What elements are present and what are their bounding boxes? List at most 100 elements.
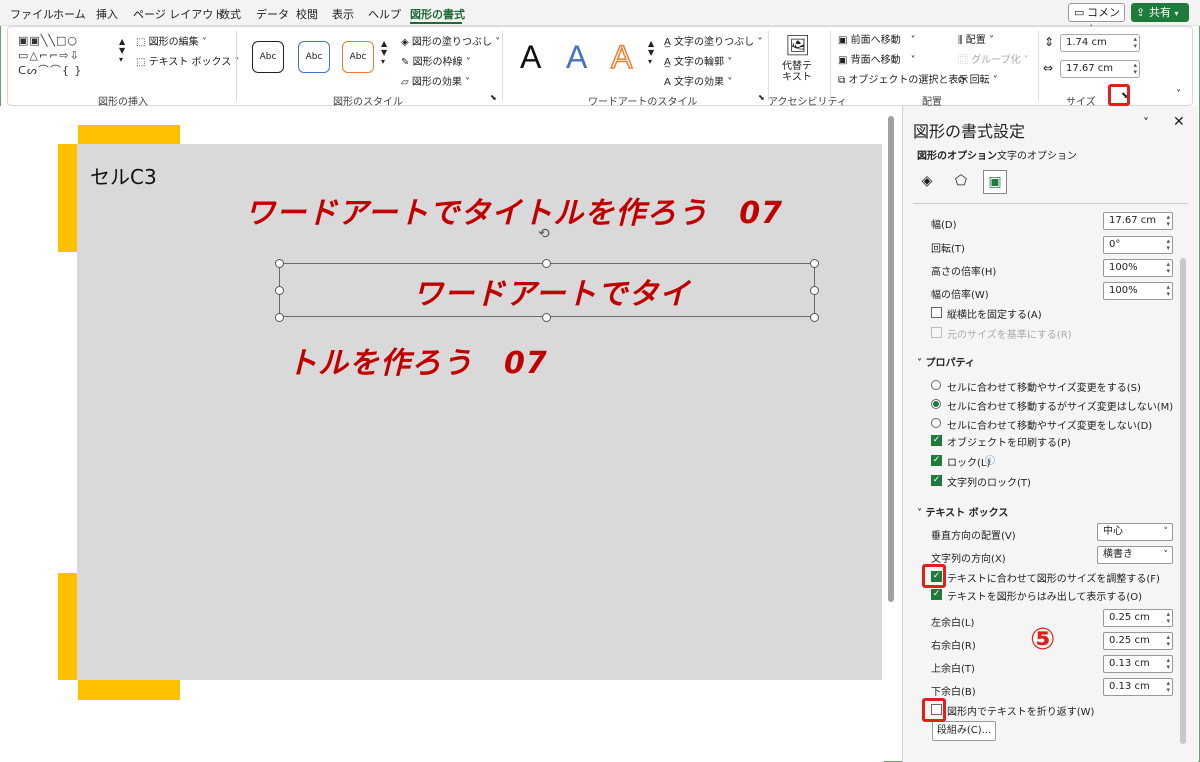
style-preset-1[interactable]: Abc [252, 41, 284, 73]
send-backward-button[interactable]: ▣ 背面へ移動 ˅ [838, 51, 916, 66]
lock-aspect-checkbox[interactable] [931, 307, 942, 318]
rotate-handle-icon[interactable]: ⟲ [538, 226, 550, 242]
resize-handle[interactable] [275, 259, 284, 268]
resize-handle[interactable] [542, 313, 551, 322]
gallery-scroll[interactable]: ▲ ▼ ▾ [119, 37, 125, 64]
pane-options-icon[interactable]: ˅ [1143, 116, 1149, 130]
info-icon[interactable]: ⓘ [985, 452, 995, 467]
scale-width-input[interactable]: 100% ▴ ▾ [1103, 282, 1173, 300]
text-box-button[interactable]: ⬚ テキスト ボックス ˅ [136, 53, 239, 68]
menu-formulas[interactable]: 数式 [219, 6, 241, 22]
width-input[interactable]: 17.67 cm ▴ ▾ [1103, 212, 1173, 230]
resize-handle[interactable] [810, 259, 819, 268]
cell-label: セルC3 [90, 165, 157, 189]
group-button[interactable]: ⿴ グループ化 ˅ [958, 51, 1029, 66]
lock-aspect-label: 縦横比を固定する(A) [947, 310, 1042, 321]
menu-review[interactable]: 校閲 [296, 6, 318, 22]
top-margin-input[interactable]: 0.13 cm ▴ ▾ [1103, 655, 1173, 673]
properties-header[interactable]: ˅ プロパティ [917, 354, 975, 369]
collapse-ribbon-icon[interactable]: ˅ [1176, 89, 1181, 100]
pane-scrollbar[interactable] [1180, 258, 1186, 744]
radio-no-move[interactable] [931, 418, 941, 428]
left-margin-label: 左余白(L) [931, 618, 975, 629]
style-preset-2[interactable]: Abc [298, 41, 330, 73]
share-button[interactable]: ⇪ 共有 ▾ [1131, 3, 1189, 22]
sheet-scrollbar[interactable] [888, 116, 894, 602]
menu-file[interactable]: ファイル [10, 6, 54, 22]
wordart-title-full[interactable]: ワードアートでタイトルを作ろう 07 [245, 188, 783, 232]
wordart-preset-1[interactable]: A [520, 37, 541, 77]
shape-fill-button[interactable]: ◈ 図形の塗りつぶし ˅ [401, 33, 500, 48]
resize-handle[interactable] [275, 313, 284, 322]
columns-button[interactable]: 段組み(C)... [932, 721, 996, 741]
scale-height-input[interactable]: 100% ▴ ▾ [1103, 259, 1173, 277]
alt-text-icon: 🖼 [785, 33, 811, 57]
radio-move-size[interactable] [931, 380, 941, 390]
shape-effects-button[interactable]: ▱ 図形の効果 ˅ [401, 73, 470, 88]
menu-insert[interactable]: 挿入 [96, 6, 118, 22]
selection-pane-button[interactable]: ⧉ オブジェクトの選択と表示 [838, 71, 968, 86]
textbox-header[interactable]: ˅ テキスト ボックス [917, 504, 1008, 519]
text-direction-dropdown[interactable]: 横書き ˅ [1097, 546, 1173, 564]
tab-shape-options[interactable]: 図形のオプション [917, 147, 997, 162]
wrap-text-label: 図形内でテキストを折り返す(W) [947, 707, 1095, 718]
wordart-launcher[interactable]: ⬊ [758, 93, 765, 102]
menu-shape-format[interactable]: 図形の書式 [410, 6, 465, 22]
shape-gallery[interactable]: ▣▣╲╲□○ ▭△⌐⌐⇨⇩ ᑕᔕ⌒⌒{ } [18, 33, 120, 85]
comment-icon: ▭ [1074, 6, 1085, 19]
shape-styles-launcher[interactable]: ⬊ [490, 93, 497, 102]
edit-shape-button[interactable]: ⬚ 図形の編集 ˅ [136, 33, 207, 48]
tab-text-options[interactable]: 文字のオプション [997, 147, 1077, 162]
menu-page-layout[interactable]: ページ レイアウト [133, 6, 224, 22]
menu-data[interactable]: データ [256, 6, 289, 22]
orange-left-bar-top [58, 144, 78, 252]
style-preset-3[interactable]: Abc [342, 41, 374, 73]
resize-handle[interactable] [810, 313, 819, 322]
shape-outline-button[interactable]: ✎ 図形の枠線 ˅ [401, 53, 471, 68]
orange-bottom-tab [78, 680, 180, 700]
effects-icon[interactable]: ⬠ [949, 170, 973, 194]
wordart-title-part2: トルを作ろう 07 [287, 346, 548, 381]
left-margin-input[interactable]: 0.25 cm ▴ ▾ [1103, 609, 1173, 627]
resize-handle[interactable] [275, 286, 284, 295]
right-margin-label: 右余白(R) [931, 641, 976, 652]
overflow-label: テキストを図形からはみ出して表示する(O) [947, 592, 1143, 603]
lock-text-checkbox[interactable]: ✓ [931, 475, 942, 486]
alt-text-button[interactable]: 代替テキスト [781, 61, 813, 83]
overflow-checkbox[interactable]: ✓ [931, 589, 942, 600]
text-fill-button[interactable]: A̲ 文字の塗りつぶし ˅ [664, 33, 762, 48]
bottom-margin-input[interactable]: 0.13 cm ▴ ▾ [1103, 678, 1173, 696]
radio-no-move-label: セルに合わせて移動やサイズ変更をしない(D) [947, 421, 1153, 432]
right-margin-input[interactable]: 0.25 cm ▴ ▾ [1103, 632, 1173, 650]
text-effects-button[interactable]: A 文字の効果 ˅ [664, 73, 732, 88]
menu-home[interactable]: ホーム [53, 6, 86, 22]
shape-width-input[interactable]: 17.67 cm ▴ ▾ [1060, 60, 1140, 78]
close-icon[interactable]: ✕ [1173, 114, 1185, 130]
rotation-input[interactable]: 0° ▴ ▾ [1103, 236, 1173, 254]
print-object-checkbox[interactable]: ✓ [931, 435, 942, 446]
shape-height-input[interactable]: 1.74 cm ▴ ▾ [1060, 34, 1140, 52]
resize-handle[interactable] [810, 286, 819, 295]
bring-forward-button[interactable]: ▣ 前面へ移動 ˅ [838, 31, 916, 46]
menu-view[interactable]: 表示 [332, 6, 354, 22]
fill-line-icon[interactable]: ◈ [915, 170, 939, 194]
lock-checkbox[interactable]: ✓ [931, 455, 942, 466]
wordart-gallery-scroll[interactable]: ▲ ▼ ▾ [648, 39, 654, 66]
text-outline-button[interactable]: A̲ 文字の輪郭 ˅ [664, 53, 732, 68]
valign-dropdown[interactable]: 中心 ˅ [1097, 523, 1173, 541]
comment-button[interactable]: ▭ コメント [1068, 3, 1125, 36]
divider [913, 203, 1188, 204]
wordart-preset-3[interactable]: A [610, 37, 633, 77]
height-icon: ⇕ [1044, 35, 1055, 49]
relative-original-label: 元のサイズを基準にする(R) [947, 330, 1072, 341]
menu-help[interactable]: ヘルプ [368, 6, 401, 22]
radio-move-only[interactable] [931, 399, 941, 409]
style-gallery-scroll[interactable]: ▲ ▼ ▾ [381, 39, 387, 66]
align-button[interactable]: ⫼ 配置 ˅ [958, 31, 994, 46]
size-properties-icon[interactable]: ▣ [983, 170, 1007, 194]
wordart-preset-2[interactable]: A [566, 37, 587, 77]
rotate-button[interactable]: ⟳ 回転 ˅ [958, 71, 998, 86]
resize-handle[interactable] [542, 259, 551, 268]
ribbon: ▣▣╲╲□○ ▭△⌐⌐⇨⇩ ᑕᔕ⌒⌒{ } ▲ ▼ ▾ ⬚ 図形の編集 ˅ ⬚ テキスト… [7, 26, 1193, 108]
share-label: 共有 [1149, 6, 1171, 19]
